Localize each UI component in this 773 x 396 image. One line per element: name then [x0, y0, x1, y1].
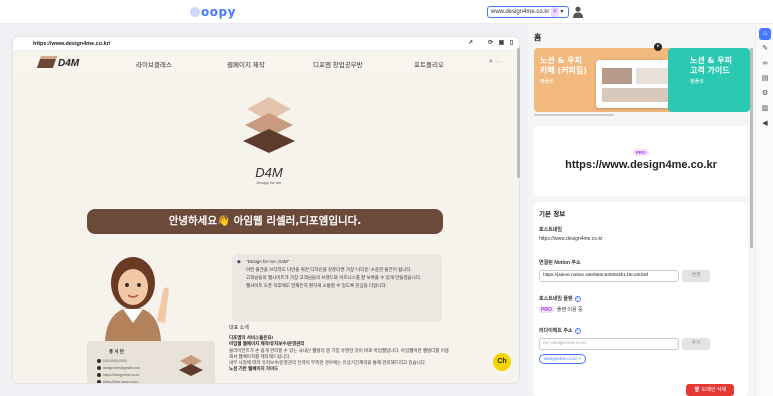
site-preview: D4M 라이브클래스 웹페이지 제작 디포엠 창업공부방 포트폴리오 ⌕ ⋯ D…	[13, 51, 519, 383]
promo-card-cafe[interactable]: 노션 & 우피 카페 (커피집) 템플릿	[534, 48, 686, 112]
card-line: https://design4me.co.kr	[97, 373, 139, 377]
chart-icon[interactable]: ▥	[759, 103, 771, 115]
megaphone-icon[interactable]: ◀	[759, 118, 771, 130]
add-redirect-button[interactable]: 추가	[682, 338, 710, 350]
link-icon[interactable]: ∞	[759, 58, 771, 70]
url-text: https://www.design4me.co.kr/	[33, 41, 111, 47]
notion-url-input[interactable]: https://jsieve.notion.site/683c940063b14…	[539, 270, 679, 282]
redirect-label: 리다이렉트 주소?	[539, 328, 581, 334]
mobile-icon[interactable]: ▯	[508, 40, 515, 47]
card-line: design4me@gmail.com	[97, 366, 140, 370]
hero-title: D4M	[255, 165, 283, 180]
hero-subtitle: Design for me	[256, 180, 282, 185]
welcome-banner: 안녕하세요👋 아임웹 리셀러,디포엠입니다.	[87, 209, 443, 234]
hero-logo	[243, 97, 295, 153]
nav-item-portfolio[interactable]: 포트폴리오	[414, 59, 444, 69]
host-label: 호스트네임	[539, 227, 563, 233]
panel-title: 홈	[534, 33, 542, 42]
logo-face-icon	[190, 7, 200, 17]
promo-card-guide[interactable]: 노션 & 우피 고객 가이드 템플릿	[668, 48, 750, 112]
business-card: 홍 서 연 010-0000-0000 design4me@gmail.com …	[87, 341, 215, 383]
user-icon[interactable]	[573, 6, 583, 18]
icon-rail: ⌂ ✎ ∞ ▤ ⚙ ▥ ◀	[755, 24, 773, 396]
tool-icon[interactable]: ✎	[759, 43, 771, 55]
help-icon: ?	[574, 328, 581, 334]
card-line: https://blog.naver.com/...	[97, 380, 141, 383]
quote-line: 웹사이트 오픈 이후에도 언제든지 편하게 소통할 수 있도록 진심을 다합니다…	[246, 283, 387, 288]
promo-scrollbar[interactable]	[534, 114, 614, 116]
host-value: https://www.design4me.co.kr	[539, 236, 603, 242]
search-icon[interactable]: ⌕ ⋯	[489, 58, 502, 66]
home-icon[interactable]: ⌂	[759, 28, 771, 40]
change-button[interactable]: 변경	[682, 270, 710, 282]
card-name: 홍 서 연	[109, 349, 124, 354]
chat-button[interactable]: Ch	[493, 353, 511, 371]
panel-scrollbar[interactable]	[750, 48, 753, 248]
url-bar: https://www.design4me.co.kr/ ↗ ⟳ ▣ ▯	[13, 37, 519, 51]
browser-frame: https://www.design4me.co.kr/ ↗ ⟳ ▣ ▯ D4M…	[12, 36, 520, 384]
quote-line: "Design for me, D4M"	[246, 259, 290, 264]
intro-title: 대표 소개	[229, 325, 249, 331]
quote-line: 고객님들의 웹사이트가 가장 고객님들의 브랜드와 비즈니스를 잘 보여줄 수 …	[246, 275, 422, 280]
logo-mark-icon	[36, 56, 58, 68]
quote-line: 어떤 물건을 쓰더라도 나만을 위한 디자인을 갖춘다면 가장 '나다운' 소중…	[246, 267, 412, 272]
intro-line: 클라이언트가 손 쉽게 관리할 수 있는 국내산 웹빌더 중 가장 유명한 것이…	[229, 347, 449, 359]
file-icon[interactable]: ▤	[759, 73, 771, 85]
refresh-icon[interactable]: ⟳	[487, 40, 494, 47]
basic-info-card: 기본 정보 호스트네임 https://www.design4me.co.kr …	[534, 202, 748, 396]
redirect-chip[interactable]: design4me.co.kr ×	[539, 354, 586, 364]
site-url-card: PRO https://www.design4me.co.kr	[534, 126, 748, 196]
nav-item-web[interactable]: 웹페이지 제작	[227, 59, 265, 69]
desktop-icon[interactable]: ▣	[498, 40, 505, 47]
help-icon: ?	[574, 296, 581, 302]
plan-status: PRO 플랜 이용 중	[539, 307, 583, 313]
promo-screenshot	[596, 60, 674, 108]
site-select[interactable]: www.design4me.co.kr P ▾	[487, 6, 569, 18]
diamond-icon: ◆	[237, 259, 241, 265]
nav-item-live[interactable]: 라이브클래스	[136, 59, 172, 69]
wrench-icon[interactable]: ⚙	[759, 88, 771, 100]
info-heading: 기본 정보	[539, 210, 566, 218]
delete-domain-button[interactable]: 🗑 도메인 삭제	[686, 384, 734, 396]
intro-section: 대표 소개 디포엠의 서비스들은요! 아임웹 웹페이지 제작/유지보수/운영관리…	[229, 325, 449, 372]
site-url[interactable]: https://www.design4me.co.kr	[534, 159, 748, 171]
open-new-icon[interactable]: ↗	[467, 40, 474, 47]
app-logo[interactable]: oopy	[190, 5, 236, 19]
nav-item-study[interactable]: 디포엠 창업공부방	[313, 59, 363, 69]
card-logo	[179, 355, 203, 376]
plan-badge: P	[551, 7, 559, 17]
top-bar: oopy www.design4me.co.kr P ▾	[0, 0, 773, 24]
intro-line: 노션 기반 웹페이지 가이드	[229, 366, 279, 372]
quote-box: ◆ "Design for me, D4M" 어떤 물건을 쓰더라도 나만을 위…	[232, 254, 442, 322]
site-logo[interactable]: D4M	[36, 56, 79, 69]
site-nav: D4M 라이브클래스 웹페이지 제작 디포엠 창업공부방 포트폴리오 ⌕ ⋯	[13, 51, 519, 75]
plan-label: 호스트네임 플랜?	[539, 296, 581, 302]
close-icon[interactable]: ×	[654, 43, 662, 51]
trash-icon: 🗑	[693, 387, 701, 393]
pro-badge: PRO	[633, 149, 649, 156]
settings-panel: 홈 노션 & 우피 카페 (커피집) 템플릿 노션 & 우피 고객 가이드 템플릿 …	[528, 24, 753, 396]
chevron-down-icon: ▾	[560, 9, 564, 15]
preview-scrollbar[interactable]	[517, 48, 520, 178]
redirect-input[interactable]: ex) design4me.co.kr	[539, 338, 679, 350]
remove-icon: ×	[578, 356, 581, 361]
card-line: 010-0000-0000	[97, 359, 127, 363]
preview-area: https://www.design4me.co.kr/ ↗ ⟳ ▣ ▯ D4M…	[0, 24, 528, 396]
avatar	[105, 257, 169, 341]
notion-label: 연결된 Notion 주소	[539, 260, 581, 266]
